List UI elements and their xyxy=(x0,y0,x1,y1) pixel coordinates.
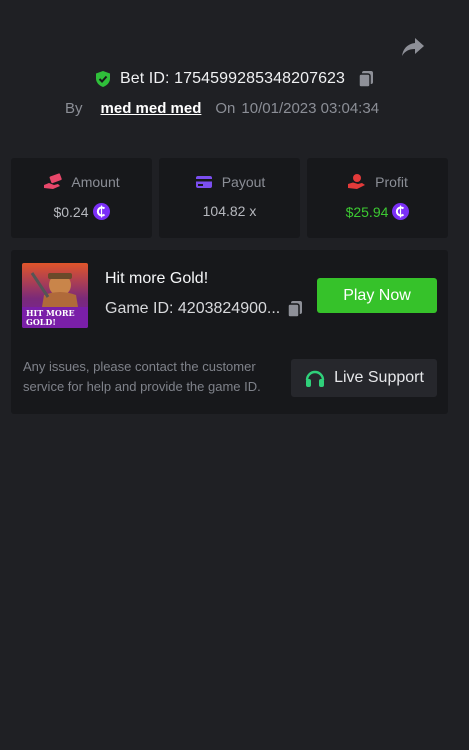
headset-icon xyxy=(304,367,326,389)
bet-id-row: Bet ID: 1754599285348207623 xyxy=(0,66,469,92)
profit-value: $25.94 xyxy=(345,203,389,220)
copy-bet-id-icon[interactable] xyxy=(357,70,375,88)
copy-game-id-icon[interactable] xyxy=(286,300,304,318)
payout-stat: Payout 104.82 x xyxy=(159,158,300,238)
game-thumbnail[interactable]: HIT MORE GOLD! xyxy=(22,263,88,328)
on-label: On xyxy=(215,99,236,117)
share-button[interactable] xyxy=(398,34,428,60)
username-link[interactable]: med med med xyxy=(101,100,202,117)
game-card: HIT MORE GOLD! Hit more Gold! Game ID: 4… xyxy=(11,250,448,414)
game-title: Hit more Gold! xyxy=(105,270,209,287)
live-support-button[interactable]: Live Support xyxy=(291,359,437,397)
payout-label: Payout xyxy=(221,174,266,190)
profit-stat: Profit $25.94 xyxy=(307,158,448,238)
bet-detail-page: Bet ID: 1754599285348207623 By med med m… xyxy=(0,0,469,750)
support-info-text: Any issues, please contact the customer … xyxy=(23,359,261,394)
amount-stat: Amount $0.24 xyxy=(11,158,152,238)
bet-date: 10/01/2023 03:04:34 xyxy=(241,99,380,117)
amount-value: $0.24 xyxy=(53,203,89,220)
by-label: By xyxy=(65,99,83,117)
game-id-text: Game ID: 4203824900... xyxy=(105,300,281,317)
money-hand-icon xyxy=(43,173,63,191)
card-icon xyxy=(194,173,214,191)
amount-label: Amount xyxy=(71,174,120,190)
share-arrow-icon xyxy=(402,38,424,56)
bet-stats: Amount $0.24 Payout 104.82 x Profit $25.… xyxy=(11,158,448,238)
hand-coin-icon xyxy=(347,173,367,191)
payout-value: 104.82 x xyxy=(202,203,257,219)
play-now-button[interactable]: Play Now xyxy=(317,278,437,313)
bet-id-text: Bet ID: 1754599285348207623 xyxy=(119,70,346,87)
thumb-title-line2: GOLD! xyxy=(26,317,56,327)
bet-author-row: By med med med On 10/01/2023 03:04:34 xyxy=(65,96,379,120)
verified-shield-icon xyxy=(94,70,112,88)
coin-icon xyxy=(92,203,110,220)
live-support-label: Live Support xyxy=(334,369,424,386)
game-id-row: Game ID: 4203824900... xyxy=(105,300,304,318)
coin-icon xyxy=(392,203,410,220)
profit-label: Profit xyxy=(375,174,408,190)
